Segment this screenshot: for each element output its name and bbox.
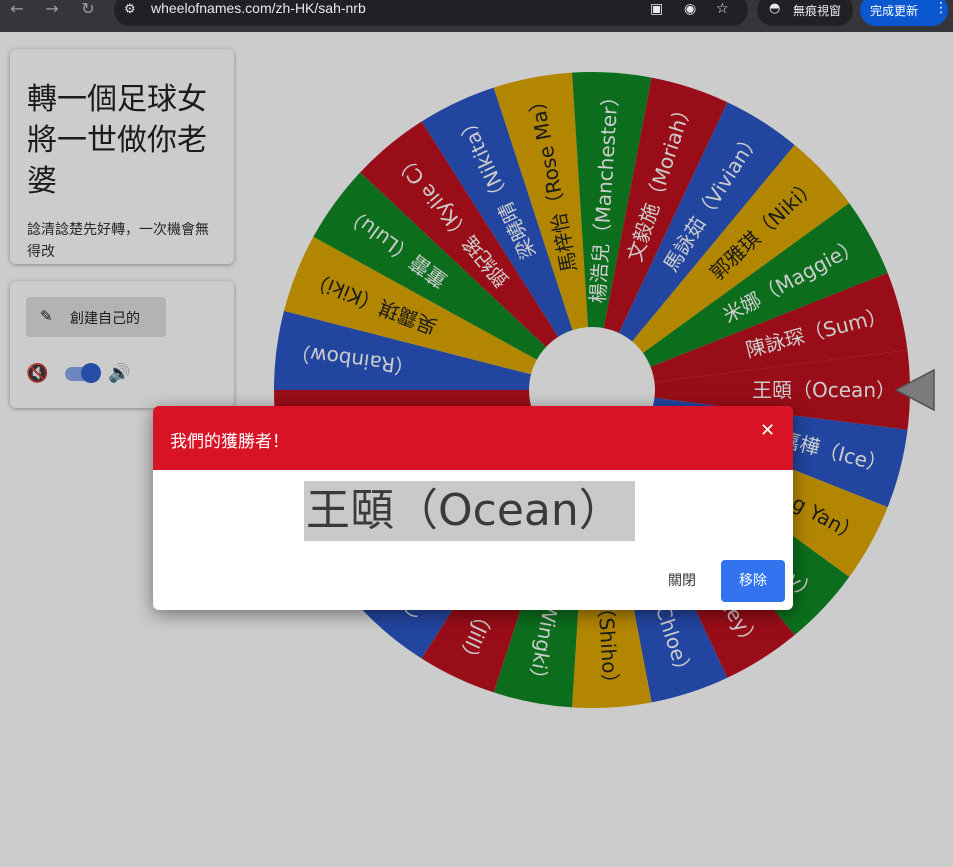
incognito-button[interactable]: ◓ 無痕視窗	[757, 0, 853, 26]
incognito-label: 無痕視窗	[793, 4, 842, 18]
winner-dialog: 我們的獲勝者！ ✕ 王頤（Ocean） 關閉 移除	[153, 406, 793, 610]
site-info-icon[interactable]: ⚙	[124, 2, 136, 17]
remove-button[interactable]: 移除	[721, 560, 785, 602]
close-icon[interactable]: ✕	[760, 420, 775, 441]
bookmark-star-icon[interactable]: ☆	[716, 1, 729, 17]
more-menu-icon[interactable]: ⋮	[934, 0, 948, 16]
reload-icon[interactable]: ↻	[75, 0, 101, 22]
eye-off-icon[interactable]: ◉	[684, 1, 696, 17]
incognito-icon: ◓	[769, 1, 781, 16]
winner-name: 王頤（Ocean）	[304, 481, 635, 541]
close-button[interactable]: 關閉	[653, 561, 711, 601]
forward-icon[interactable]: →	[39, 0, 65, 22]
browser-toolbar: ← → ↻ ⚙ wheelofnames.com/zh-HK/sah-nrb ▣…	[0, 0, 953, 32]
url-text: wheelofnames.com/zh-HK/sah-nrb	[151, 0, 366, 16]
update-label: 完成更新	[870, 4, 919, 18]
update-button[interactable]: 完成更新 ⋮	[860, 0, 948, 26]
back-icon[interactable]: ←	[4, 0, 30, 22]
address-bar[interactable]: ⚙ wheelofnames.com/zh-HK/sah-nrb ▣ ◉ ☆	[114, 0, 748, 26]
dialog-title: 我們的獲勝者！	[170, 432, 289, 452]
dialog-header: 我們的獲勝者！ ✕	[153, 406, 793, 470]
translate-icon[interactable]: ▣	[650, 1, 663, 17]
